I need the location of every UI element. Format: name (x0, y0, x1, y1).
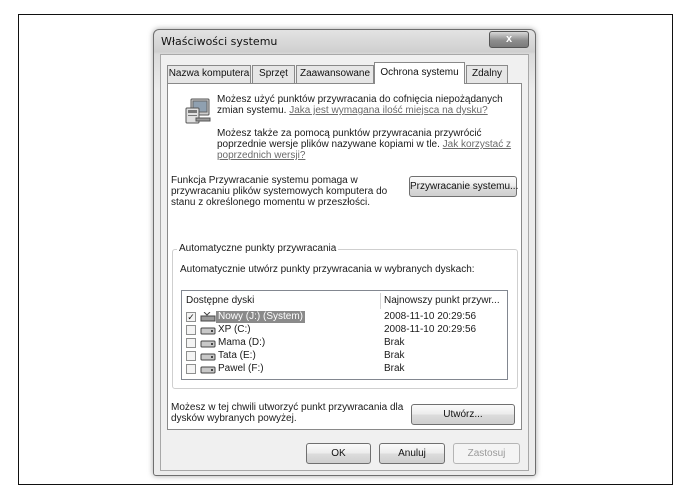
drive-icon (200, 327, 216, 335)
system-protection-icon (185, 98, 211, 124)
cancel-button[interactable]: Anuluj (379, 443, 445, 464)
disk-row[interactable]: Tata (E:) Brak (182, 350, 507, 362)
disk-row[interactable]: ✓ Nowy (J:) (System) 2008-11-10 20:29:56 (182, 311, 507, 323)
dialog-client-area: Nazwa komputera Sprzęt Zaawansowane Ochr… (160, 54, 529, 471)
disk-checkbox[interactable] (186, 364, 196, 374)
previous-versions-description: Możesz także za pomocą punktów przywraca… (217, 128, 517, 161)
disk-latest-point: Brak (384, 363, 405, 374)
disk-latest-point: 2008-11-10 20:29:56 (384, 311, 477, 322)
tab-hardware[interactable]: Sprzęt (252, 65, 295, 83)
disk-checkbox[interactable] (186, 325, 196, 335)
disk-name: Nowy (J:) (System) (216, 311, 305, 323)
disk-checkbox[interactable]: ✓ (186, 312, 196, 322)
disk-name: Mama (D:) (218, 337, 266, 348)
disk-name: Tata (E:) (218, 350, 256, 361)
ok-button[interactable]: OK (306, 443, 371, 464)
disk-latest-point: Brak (384, 350, 405, 361)
system-properties-dialog: Właściwości systemu x Nazwa komputera Sp… (153, 29, 536, 476)
system-protection-panel: Możesz użyć punktów przywracania do cofn… (167, 83, 522, 430)
disk-checkbox[interactable] (186, 338, 196, 348)
title-bar[interactable]: Właściwości systemu x (154, 30, 535, 54)
column-available-disks[interactable]: Dostępne dyski (182, 291, 382, 311)
column-latest-restore-point[interactable]: Najnowszy punkt przywr... (380, 291, 508, 311)
disk-latest-point: Brak (384, 337, 405, 348)
available-disks-list[interactable]: Dostępne dyski Najnowszy punkt przywr...… (181, 290, 508, 380)
disk-latest-point: 2008-11-10 20:29:56 (384, 324, 477, 335)
system-restore-button[interactable]: Przywracanie systemu... (409, 176, 518, 197)
list-header: Dostępne dyski Najnowszy punkt przywr... (182, 291, 507, 311)
close-button[interactable]: x (489, 31, 529, 48)
intro-description: Możesz użyć punktów przywracania do cofn… (217, 94, 517, 116)
tab-advanced[interactable]: Zaawansowane (296, 65, 374, 83)
create-restore-point-description: Możesz w tej chwili utworzyć punkt przyw… (171, 402, 404, 424)
window-title: Właściwości systemu (161, 35, 278, 48)
group-description: Automatycznie utwórz punkty przywracania… (180, 264, 475, 275)
disk-space-link[interactable]: Jaka jest wymagana ilość miejsca na dysk… (289, 105, 487, 116)
group-title: Automatyczne punkty przywracania (177, 243, 339, 255)
disk-checkbox[interactable] (186, 351, 196, 361)
disk-row[interactable]: Mama (D:) Brak (182, 337, 507, 349)
system-drive-icon (200, 312, 216, 322)
disk-name: XP (C:) (218, 324, 251, 335)
drive-icon (200, 340, 216, 348)
tab-remote[interactable]: Zdalny (466, 65, 508, 83)
disk-row[interactable]: Pawel (F:) Brak (182, 363, 507, 375)
create-button[interactable]: Utwórz... (411, 404, 515, 425)
drive-icon (200, 353, 216, 361)
disk-row[interactable]: XP (C:) 2008-11-10 20:29:56 (182, 324, 507, 336)
tab-computer-name[interactable]: Nazwa komputera (167, 65, 251, 83)
tab-system-protection[interactable]: Ochrona systemu (374, 62, 465, 84)
system-restore-description: Funkcja Przywracanie systemu pomaga w pr… (171, 175, 388, 208)
disk-name: Pawel (F:) (218, 363, 264, 374)
drive-icon (200, 366, 216, 374)
apply-button[interactable]: Zastosuj (453, 443, 520, 464)
